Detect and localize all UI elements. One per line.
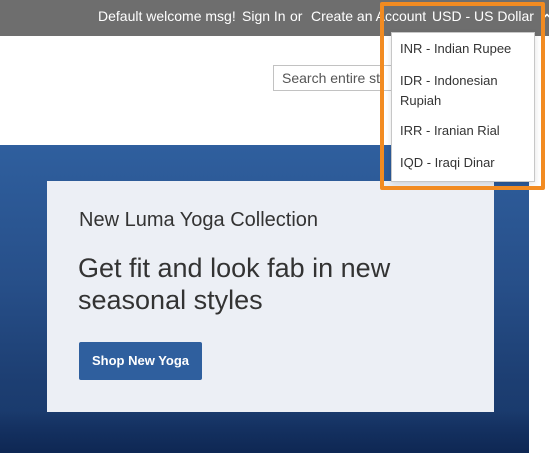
search-box[interactable]: [273, 65, 393, 91]
hero-kicker: New Luma Yoga Collection: [79, 209, 319, 231]
currency-option-irr[interactable]: IRR - Iranian Rial: [400, 121, 528, 141]
currency-label: USD - US Dollar: [432, 8, 534, 24]
shop-new-yoga-button[interactable]: Shop New Yoga: [79, 342, 202, 380]
create-account-link[interactable]: Create an Account: [311, 8, 426, 24]
page: Default welcome msg! Sign In or Create a…: [0, 0, 549, 453]
currency-dropdown: INR - Indian Rupee IDR - Indonesian Rupi…: [391, 32, 535, 182]
currency-switcher[interactable]: USD - US Dollar: [432, 8, 549, 24]
welcome-message: Default welcome msg!: [98, 8, 236, 24]
search-input[interactable]: [274, 66, 392, 90]
hero-headline: Get fit and look fab in new seasonal sty…: [78, 253, 391, 315]
sign-in-link[interactable]: Sign In: [242, 8, 286, 24]
or-text: or: [290, 8, 303, 24]
currency-option-iqd[interactable]: IQD - Iraqi Dinar: [400, 153, 528, 173]
currency-option-idr[interactable]: IDR - Indonesian Rupiah: [400, 71, 528, 111]
chevron-up-icon: [542, 8, 549, 19]
currency-option-inr[interactable]: INR - Indian Rupee: [400, 39, 528, 59]
